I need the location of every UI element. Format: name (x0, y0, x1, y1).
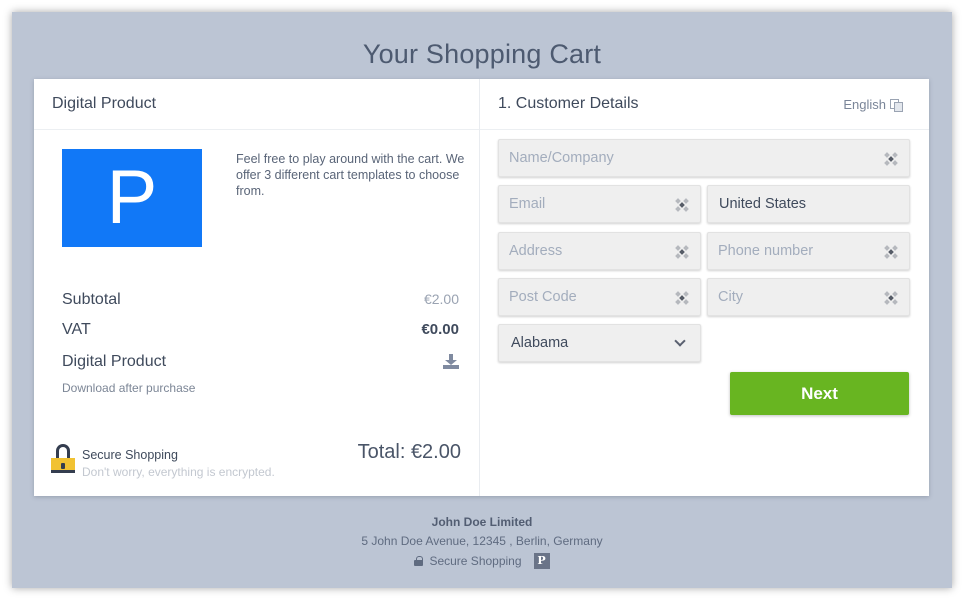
country-field[interactable]: United States (707, 185, 910, 223)
vat-value: €0.00 (421, 321, 459, 338)
state-select[interactable]: Alabama (498, 324, 701, 362)
phone-input[interactable] (708, 233, 909, 269)
postcode-input[interactable] (499, 279, 700, 315)
city-input[interactable] (708, 279, 909, 315)
page-frame: Your Shopping Cart Digital Product P Fee… (12, 12, 952, 588)
page-title: Your Shopping Cart (362, 39, 602, 69)
autofill-icon[interactable] (675, 198, 689, 212)
vat-label: VAT (62, 321, 91, 338)
postcode-field[interactable] (498, 278, 701, 316)
chevron-down-icon (674, 335, 686, 347)
state-value: Alabama (511, 335, 569, 351)
language-selector[interactable]: English (843, 97, 903, 112)
autofill-icon[interactable] (884, 291, 898, 305)
translate-icon (890, 98, 903, 112)
country-value: United States (719, 196, 807, 212)
footer: John Doe Limited 5 John Doe Avenue, 1234… (12, 515, 952, 569)
footer-address: 5 John Doe Avenue, 12345 , Berlin, Germa… (361, 534, 603, 548)
email-field[interactable] (498, 185, 701, 223)
secure-subtitle: Don't worry, everything is encrypted. (82, 465, 275, 479)
product-description: Feel free to play around with the cart. … (236, 152, 465, 198)
autofill-icon[interactable] (675, 245, 689, 259)
product-header-title: Digital Product (52, 95, 157, 112)
customer-details-title: 1. Customer Details (498, 95, 639, 112)
name-company-field[interactable] (498, 139, 910, 177)
product-logo: P (62, 149, 202, 247)
language-label: English (843, 97, 886, 112)
download-note: Download after purchase (62, 381, 196, 395)
address-field[interactable] (498, 232, 701, 270)
city-field[interactable] (707, 278, 910, 316)
footer-secure-label: Secure Shopping (429, 554, 522, 568)
subtotal-row: Subtotal €2.00 (62, 291, 459, 309)
subtotal-value: €2.00 (423, 291, 459, 307)
subtotal-label: Subtotal (62, 291, 121, 308)
phone-field[interactable] (707, 232, 910, 270)
secure-shopping: Secure Shopping Don't worry, everything … (51, 444, 275, 479)
vat-row: VAT €0.00 (62, 321, 459, 339)
customer-details-column: 1. Customer Details English United State… (480, 79, 929, 496)
footer-company: John Doe Limited (431, 515, 533, 529)
customer-details-header: 1. Customer Details English (480, 79, 929, 130)
lock-icon (51, 444, 75, 476)
footer-secure: Secure Shopping P (12, 553, 952, 569)
address-input[interactable] (499, 233, 700, 269)
cart-card: Digital Product P Feel free to play arou… (34, 79, 929, 496)
lock-icon (414, 556, 424, 566)
digital-product-row: Digital Product (62, 353, 459, 371)
email-input[interactable] (499, 186, 700, 222)
product-header: Digital Product (34, 79, 479, 130)
next-button[interactable]: Next (730, 372, 909, 415)
secure-title: Secure Shopping (82, 448, 178, 462)
autofill-icon[interactable] (884, 245, 898, 259)
digital-product-label: Digital Product (62, 353, 167, 370)
download-icon[interactable] (443, 354, 459, 370)
payment-provider-badge: P (533, 553, 550, 569)
autofill-icon[interactable] (884, 152, 898, 166)
name-company-input[interactable] (499, 140, 909, 176)
product-column: Digital Product P Feel free to play arou… (34, 79, 480, 496)
total-amount: Total: €2.00 (357, 441, 461, 463)
autofill-icon[interactable] (675, 291, 689, 305)
